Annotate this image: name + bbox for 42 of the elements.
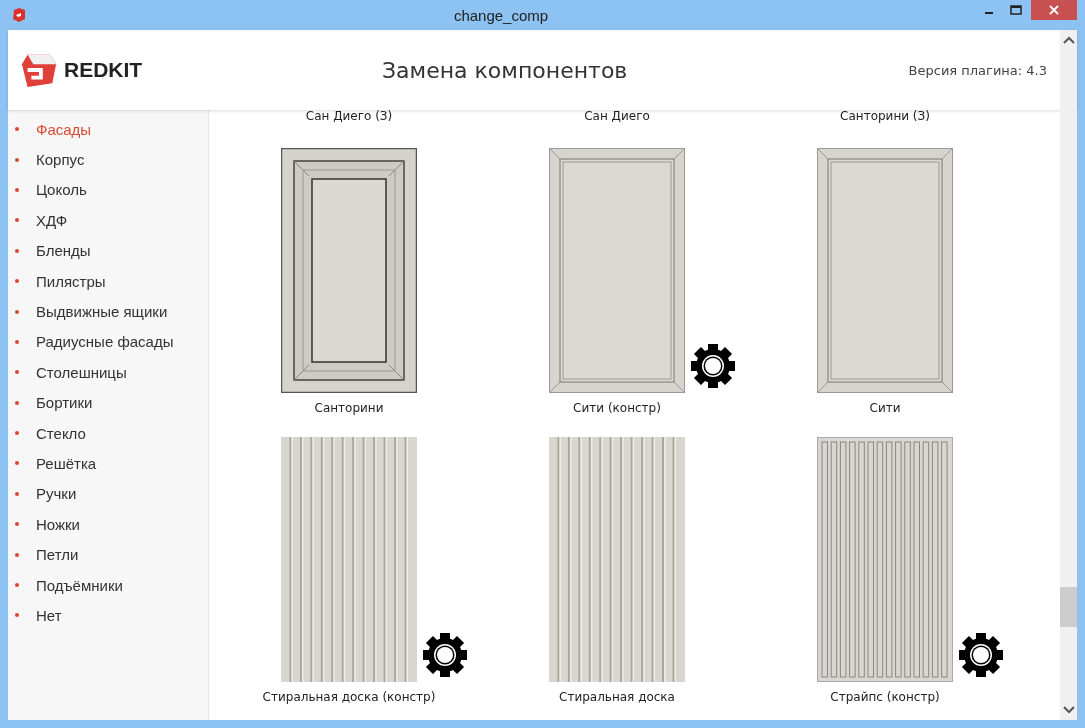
component-label: Сан Диего xyxy=(584,110,650,123)
brand-name: REDKIT xyxy=(64,58,143,82)
sidebar-item[interactable]: ХДФ xyxy=(8,205,208,236)
close-icon[interactable] xyxy=(1049,5,1059,15)
maximize-icon[interactable] xyxy=(1009,5,1022,15)
sidebar-item[interactable]: Нет xyxy=(8,600,208,631)
sidebar-item[interactable]: Столешницы xyxy=(8,357,208,388)
component-label: Стиральная доска (констр) xyxy=(262,690,436,704)
app-icon xyxy=(11,7,27,23)
scroll-up-icon[interactable] xyxy=(1062,36,1075,44)
sidebar-item[interactable]: Стекло xyxy=(8,417,208,449)
scrollbar-thumb[interactable] xyxy=(1060,586,1077,627)
plugin-version: Версия плагина: 4.3 xyxy=(908,62,1047,78)
scroll-down-icon[interactable] xyxy=(1062,706,1075,714)
component-label: Сити (констр) xyxy=(573,401,661,415)
sidebar-item[interactable]: Цоколь xyxy=(8,174,208,206)
component-label: Сити xyxy=(869,401,901,415)
component-label: Санторини xyxy=(314,401,384,415)
gear-icon[interactable] xyxy=(690,343,736,389)
sidebar-item[interactable]: Корпус xyxy=(8,144,208,175)
scrollbar[interactable] xyxy=(1060,30,1077,720)
component-label: Санторини (З) xyxy=(840,110,930,123)
sidebar-item[interactable]: Решётка xyxy=(8,448,208,479)
sidebar-item[interactable]: Подъёмники xyxy=(8,569,208,601)
component-label: Стиральная доска xyxy=(559,690,675,704)
gear-icon[interactable] xyxy=(958,632,1004,678)
sidebar-item[interactable]: Бортики xyxy=(8,387,208,418)
window-title: change_comp xyxy=(452,6,550,24)
component-label: Страйпс (констр) xyxy=(830,690,940,704)
page-title: Замена компонентов xyxy=(381,57,629,83)
sidebar-item[interactable]: Ручки xyxy=(8,478,208,510)
sidebar-item[interactable]: Фасады xyxy=(8,114,208,145)
sidebar-item[interactable]: Выдвижные ящики xyxy=(8,296,208,327)
sidebar-item[interactable]: Радиусные фасады xyxy=(8,326,208,358)
sidebar-item[interactable]: Бленды xyxy=(8,235,208,266)
sidebar-item[interactable]: Пилястры xyxy=(8,265,208,297)
sidebar-item[interactable]: Петли xyxy=(8,539,208,570)
close-button[interactable] xyxy=(1031,0,1077,20)
sidebar-item[interactable]: Ножки xyxy=(8,509,208,540)
component-label: Сан Диего (З) xyxy=(305,110,393,123)
gear-icon[interactable] xyxy=(422,632,468,678)
door-panel-drawing[interactable] xyxy=(281,148,417,393)
